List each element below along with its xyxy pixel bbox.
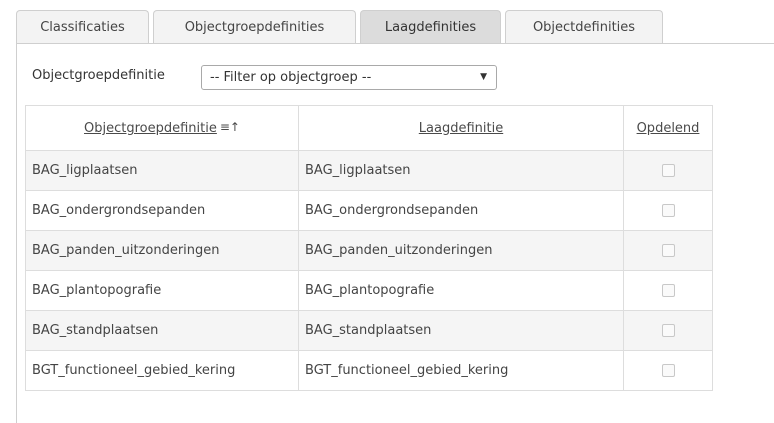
column-header-label: Laagdefinitie: [418, 120, 504, 136]
tab-classificaties[interactable]: Classificaties: [16, 10, 149, 43]
cell-opdelend: [623, 350, 713, 391]
laagdefinities-table: Objectgroepdefinitie ≡↑ Laagdefinitie Opd…: [25, 105, 713, 391]
tab-objectgroepdefinities[interactable]: Objectgroepdefinities: [153, 10, 356, 43]
cell-opdelend: [623, 310, 713, 351]
column-header-opdelend[interactable]: Opdelend: [623, 105, 713, 151]
dropdown-arrow-icon: ▼: [480, 72, 487, 82]
opdelend-checkbox[interactable]: [661, 284, 675, 297]
table-row[interactable]: BAG_standplaatsen BAG_standplaatsen: [25, 310, 713, 351]
cell-laag: BAG_ligplaatsen: [298, 150, 624, 191]
table-row[interactable]: BAG_ligplaatsen BAG_ligplaatsen: [25, 150, 713, 191]
opdelend-checkbox[interactable]: [661, 364, 675, 377]
objectgroep-filter-select[interactable]: -- Filter op objectgroep -- ▼: [201, 65, 497, 90]
cell-laag: BAG_ondergrondsepanden: [298, 190, 624, 231]
opdelend-checkbox[interactable]: [661, 204, 675, 217]
cell-opdelend: [623, 270, 713, 311]
column-header-label: Objectgroepdefinitie: [84, 121, 217, 136]
table-row[interactable]: BAG_plantopografie BAG_plantopografie: [25, 270, 713, 311]
table-row[interactable]: BGT_functioneel_gebied_kering BGT_functi…: [25, 350, 713, 391]
cell-opdelend: [623, 230, 713, 271]
table-header-row: Objectgroepdefinitie ≡↑ Laagdefinitie Opd…: [25, 105, 713, 151]
table-row[interactable]: BAG_panden_uitzonderingen BAG_panden_uit…: [25, 230, 713, 271]
filter-label: Objectgroepdefinitie: [32, 68, 165, 83]
opdelend-checkbox[interactable]: [661, 164, 675, 177]
cell-laag: BGT_functioneel_gebied_kering: [298, 350, 624, 391]
table-row[interactable]: BAG_ondergrondsepanden BAG_ondergrondsep…: [25, 190, 713, 231]
opdelend-checkbox[interactable]: [661, 324, 675, 337]
cell-objectgroep: BAG_panden_uitzonderingen: [25, 230, 299, 271]
column-header-label: Opdelend: [636, 120, 700, 136]
cell-opdelend: [623, 150, 713, 191]
cell-objectgroep: BAG_plantopografie: [25, 270, 299, 311]
cell-laag: BAG_panden_uitzonderingen: [298, 230, 624, 271]
tab-laagdefinities[interactable]: Laagdefinities: [360, 10, 501, 43]
sort-ascending-icon[interactable]: ≡↑: [220, 120, 240, 134]
cell-opdelend: [623, 190, 713, 231]
column-header-objectgroepdefinitie[interactable]: Objectgroepdefinitie ≡↑: [25, 105, 299, 151]
cell-objectgroep: BGT_functioneel_gebied_kering: [25, 350, 299, 391]
filter-selected-value: -- Filter op objectgroep --: [210, 70, 372, 85]
cell-laag: BAG_standplaatsen: [298, 310, 624, 351]
cell-objectgroep: BAG_ondergrondsepanden: [25, 190, 299, 231]
tab-objectdefinities[interactable]: Objectdefinities: [505, 10, 663, 43]
cell-objectgroep: BAG_ligplaatsen: [25, 150, 299, 191]
column-header-laagdefinitie[interactable]: Laagdefinitie: [298, 105, 624, 151]
opdelend-checkbox[interactable]: [661, 244, 675, 257]
cell-objectgroep: BAG_standplaatsen: [25, 310, 299, 351]
cell-laag: BAG_plantopografie: [298, 270, 624, 311]
